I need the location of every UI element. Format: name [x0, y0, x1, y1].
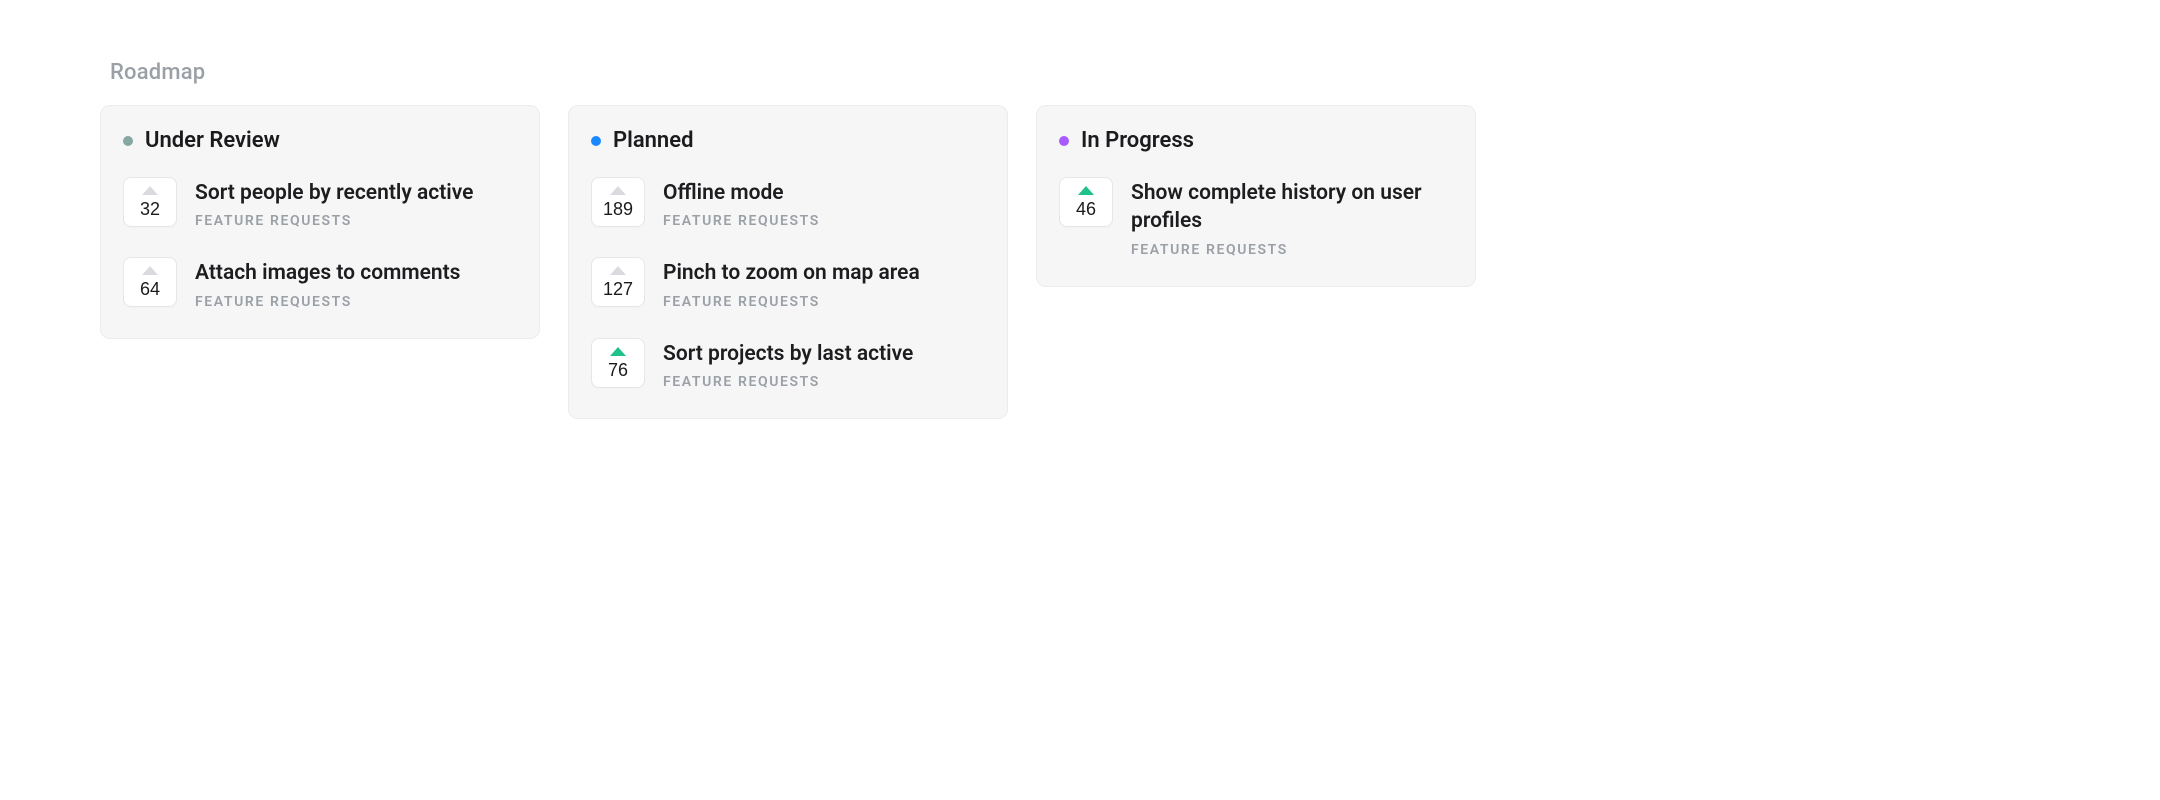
roadmap-board: Under Review 32 Sort people by recently … [100, 105, 2060, 419]
card-title: Offline mode [663, 179, 820, 207]
vote-count: 127 [603, 279, 633, 300]
column-header: Planned [591, 128, 985, 153]
status-dot-icon [123, 136, 133, 146]
card-tag: FEATURE REQUESTS [1131, 242, 1453, 258]
column-planned: Planned 189 Offline mode FEATURE REQUEST… [568, 105, 1008, 419]
card-tag: FEATURE REQUESTS [195, 213, 473, 229]
status-dot-icon [591, 136, 601, 146]
card-body: Offline mode FEATURE REQUESTS [663, 177, 820, 229]
upvote-arrow-icon [610, 266, 626, 275]
vote-count: 46 [1076, 199, 1096, 220]
roadmap-card[interactable]: 127 Pinch to zoom on map area FEATURE RE… [591, 257, 985, 309]
column-under-review: Under Review 32 Sort people by recently … [100, 105, 540, 339]
card-tag: FEATURE REQUESTS [663, 374, 913, 390]
upvote-arrow-icon [142, 266, 158, 275]
card-title: Pinch to zoom on map area [663, 259, 920, 287]
status-dot-icon [1059, 136, 1069, 146]
card-tag: FEATURE REQUESTS [663, 213, 820, 229]
card-body: Attach images to comments FEATURE REQUES… [195, 257, 460, 309]
card-title: Sort people by recently active [195, 179, 473, 207]
roadmap-card[interactable]: 32 Sort people by recently active FEATUR… [123, 177, 517, 229]
vote-count: 189 [603, 199, 633, 220]
column-title: Planned [613, 128, 693, 153]
column-in-progress: In Progress 46 Show complete history on … [1036, 105, 1476, 287]
card-body: Sort projects by last active FEATURE REQ… [663, 338, 913, 390]
upvote-button[interactable]: 189 [591, 177, 645, 227]
upvote-arrow-icon [610, 347, 626, 356]
upvote-arrow-icon [1078, 186, 1094, 195]
upvote-button[interactable]: 46 [1059, 177, 1113, 227]
vote-count: 64 [140, 279, 160, 300]
upvote-arrow-icon [142, 186, 158, 195]
upvote-button[interactable]: 76 [591, 338, 645, 388]
column-title: In Progress [1081, 128, 1194, 153]
roadmap-card[interactable]: 189 Offline mode FEATURE REQUESTS [591, 177, 985, 229]
vote-count: 76 [608, 360, 628, 381]
card-title: Attach images to comments [195, 259, 460, 287]
roadmap-card[interactable]: 76 Sort projects by last active FEATURE … [591, 338, 985, 390]
page-title: Roadmap [110, 60, 2060, 85]
card-body: Pinch to zoom on map area FEATURE REQUES… [663, 257, 920, 309]
column-header: In Progress [1059, 128, 1453, 153]
roadmap-card[interactable]: 64 Attach images to comments FEATURE REQ… [123, 257, 517, 309]
upvote-button[interactable]: 64 [123, 257, 177, 307]
upvote-button[interactable]: 32 [123, 177, 177, 227]
card-title: Sort projects by last active [663, 340, 913, 368]
roadmap-card[interactable]: 46 Show complete history on user profile… [1059, 177, 1453, 258]
card-body: Sort people by recently active FEATURE R… [195, 177, 473, 229]
column-header: Under Review [123, 128, 517, 153]
card-title: Show complete history on user profiles [1131, 179, 1453, 236]
upvote-button[interactable]: 127 [591, 257, 645, 307]
card-tag: FEATURE REQUESTS [195, 294, 460, 310]
column-title: Under Review [145, 128, 280, 153]
upvote-arrow-icon [610, 186, 626, 195]
card-body: Show complete history on user profiles F… [1131, 177, 1453, 258]
vote-count: 32 [140, 199, 160, 220]
card-tag: FEATURE REQUESTS [663, 294, 920, 310]
